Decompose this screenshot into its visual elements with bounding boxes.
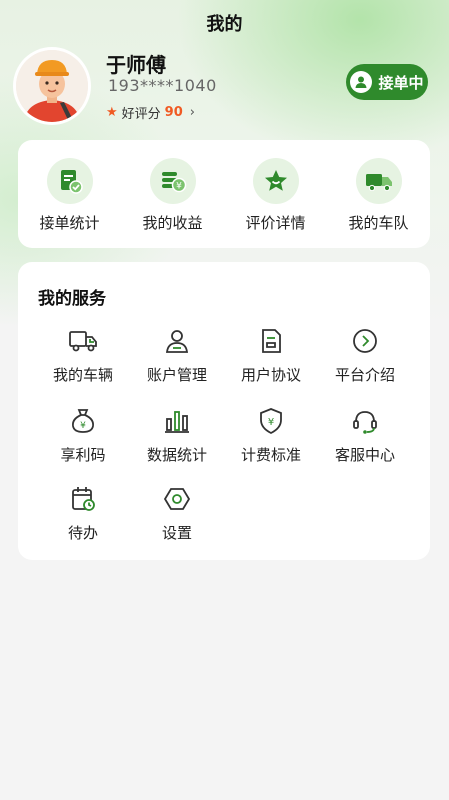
service-label: 我的车辆 xyxy=(52,366,113,384)
service-label: 设置 xyxy=(161,524,192,542)
user-status-icon xyxy=(350,71,373,93)
calendar-clock-icon xyxy=(36,484,130,514)
stat-label: 我的收益 xyxy=(142,214,203,232)
service-label: 计费标准 xyxy=(240,446,301,464)
svg-text:¥: ¥ xyxy=(80,421,86,431)
service-label: 客服中心 xyxy=(334,446,395,464)
stat-reviews[interactable]: 评价详情 xyxy=(224,158,327,233)
service-user-agreement[interactable]: 用户协议 xyxy=(224,326,318,385)
star-icon: ★ xyxy=(106,105,118,120)
stat-label: 评价详情 xyxy=(245,214,306,232)
shield-yen-icon: ¥ xyxy=(224,406,318,436)
service-label: 享利码 xyxy=(60,446,106,464)
star-review-icon xyxy=(252,158,299,204)
rating-label: 好评分 xyxy=(121,107,161,122)
rating-value: 90 xyxy=(164,105,183,120)
stat-order-stats[interactable]: 接单统计 xyxy=(18,158,121,233)
service-my-vehicles[interactable]: 我的车辆 xyxy=(36,326,130,385)
fleet-truck-icon xyxy=(355,158,402,204)
service-label: 数据统计 xyxy=(146,446,207,464)
service-customer-center[interactable]: 客服中心 xyxy=(318,406,412,465)
driver-avatar-icon xyxy=(16,50,88,122)
service-benefit-code[interactable]: ¥ 享利码 xyxy=(36,406,130,465)
settings-hexagon-icon xyxy=(130,484,224,514)
svg-text:¥: ¥ xyxy=(176,182,182,192)
stat-label: 接单统计 xyxy=(39,214,100,232)
service-label: 账户管理 xyxy=(146,366,207,384)
services-card: 我的服务 我的车辆 账户管理 用户协议 平台介绍 ¥ 享利码 数据统计 ¥ 计费… xyxy=(18,262,430,560)
stat-label: 我的车队 xyxy=(348,214,409,232)
truck-icon xyxy=(36,326,130,356)
service-data-stats[interactable]: 数据统计 xyxy=(130,406,224,465)
service-label: 待办 xyxy=(67,524,98,542)
arrow-circle-icon xyxy=(318,326,412,356)
service-pricing[interactable]: ¥ 计费标准 xyxy=(224,406,318,465)
services-title: 我的服务 xyxy=(38,289,106,309)
money-bag-icon: ¥ xyxy=(36,406,130,436)
document-icon xyxy=(224,326,318,356)
order-stats-icon xyxy=(46,158,93,204)
user-account-icon xyxy=(130,326,224,356)
headset-icon xyxy=(318,406,412,436)
service-settings[interactable]: 设置 xyxy=(130,484,224,543)
service-platform-intro[interactable]: 平台介绍 xyxy=(318,326,412,385)
earnings-icon: ¥ xyxy=(149,158,196,204)
service-label: 用户协议 xyxy=(240,366,301,384)
bar-chart-icon xyxy=(130,406,224,436)
order-status-toggle[interactable]: 接单中 xyxy=(346,64,428,100)
stats-card: 接单统计 ¥ 我的收益 评价详情 我的车队 xyxy=(18,140,430,248)
page-title: 我的 xyxy=(206,14,243,35)
stat-fleet[interactable]: 我的车队 xyxy=(327,158,430,233)
service-account[interactable]: 账户管理 xyxy=(130,326,224,385)
service-label: 平台介绍 xyxy=(334,366,395,384)
avatar[interactable] xyxy=(16,50,88,122)
stat-earnings[interactable]: ¥ 我的收益 xyxy=(121,158,224,233)
driver-phone: 193****1040 xyxy=(108,76,217,95)
driver-name: 于师傅 xyxy=(106,53,166,77)
rating-link[interactable]: ★ 好评分 90 › xyxy=(106,103,195,122)
svg-text:¥: ¥ xyxy=(268,417,274,428)
order-status-label: 接单中 xyxy=(378,73,424,92)
chevron-right-icon: › xyxy=(189,105,195,120)
service-todo[interactable]: 待办 xyxy=(36,484,130,543)
